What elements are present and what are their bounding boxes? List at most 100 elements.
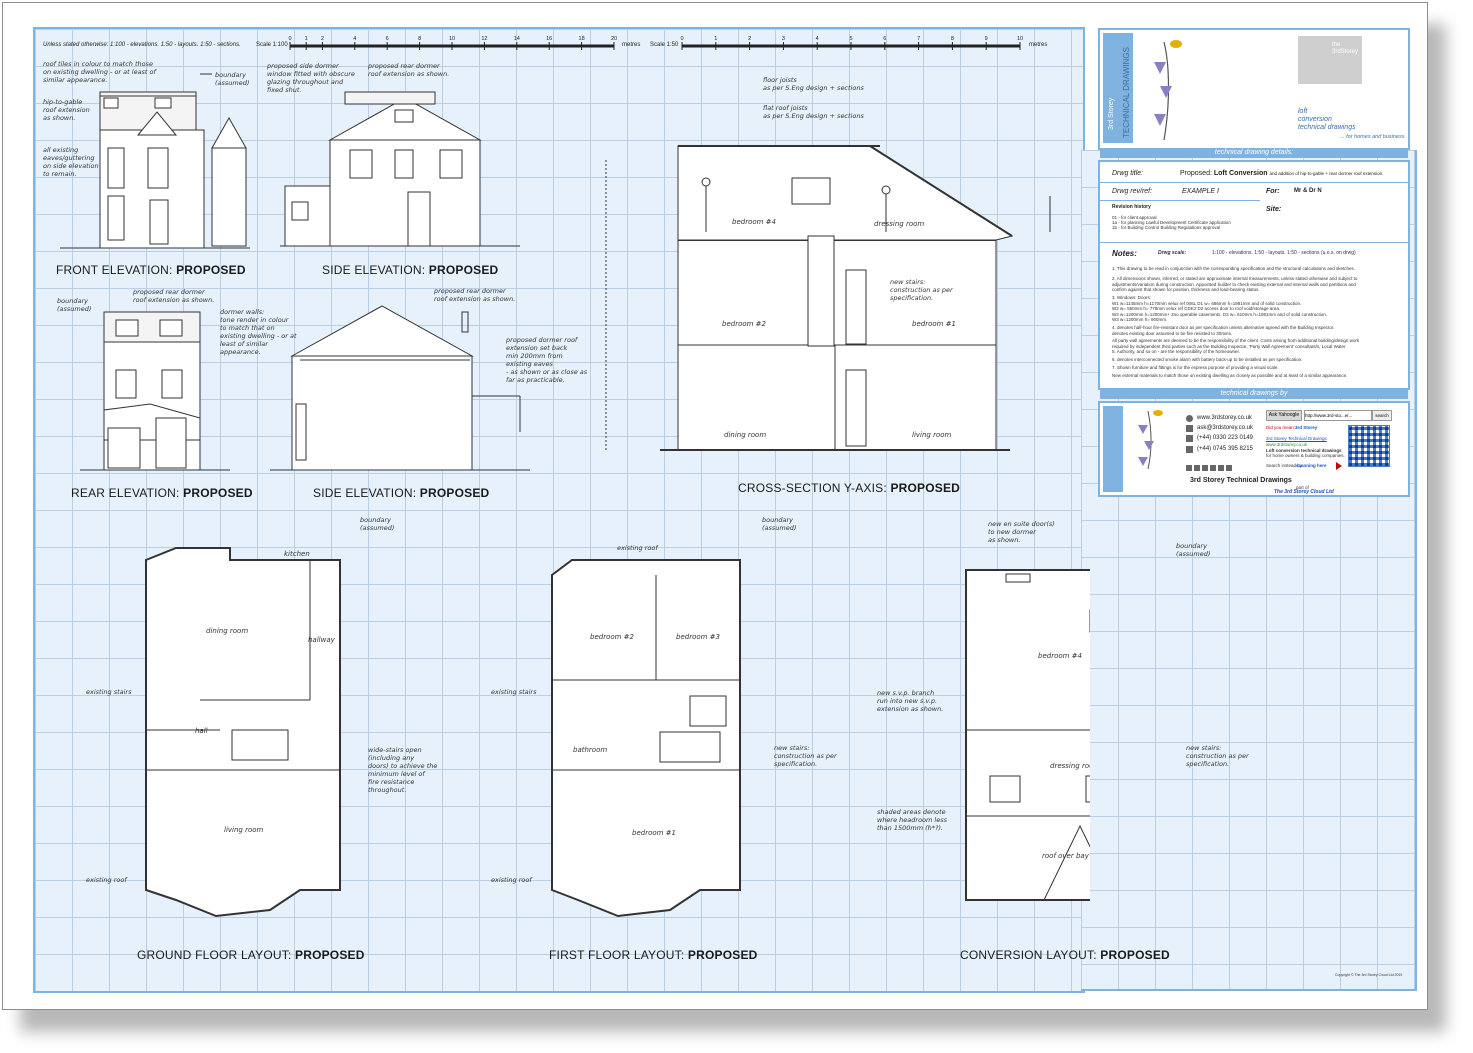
note-boundary-conversion: boundary (assumed) xyxy=(1176,542,1211,558)
twitter-icon[interactable] xyxy=(1186,465,1192,471)
details-panel: Drwg title: Proposed: Loft Conversion an… xyxy=(1098,160,1410,390)
web-icon xyxy=(1186,415,1193,422)
for-label: For: xyxy=(1266,188,1280,195)
tagline-1: loft xyxy=(1298,108,1308,115)
rear-elevation-drawing xyxy=(80,311,230,471)
drwg-scale-label: Drwg scale: xyxy=(1158,250,1187,256)
room-label-bathroom: bathroom xyxy=(573,746,607,754)
contact-email[interactable]: ask@3rdstorey.co.uk xyxy=(1197,425,1253,431)
google-icon[interactable] xyxy=(1210,465,1216,471)
details-header: technical drawing details: xyxy=(1100,148,1408,158)
note-wide-stairs: wide-stairs open (including any doors) t… xyxy=(368,746,438,794)
pinterest-icon[interactable] xyxy=(1194,465,1200,471)
note-flat-roof-joists: flat roof joists as per S.Eng design + s… xyxy=(763,104,864,120)
first-floor-title: FIRST FLOOR LAYOUT: PROPOSED xyxy=(549,948,758,962)
architectural-drawings: bedroom #4 dressing room bedroom #2 bedr… xyxy=(60,73,1090,918)
contact-web[interactable]: www.3rdstorey.co.uk xyxy=(1197,415,1252,421)
drwg-scale-value: 1:100 - elevations. 1:50 - layouts. 1:50… xyxy=(1212,250,1356,256)
company-name: 3rd Storey Technical Drawings xyxy=(1190,477,1292,484)
tagline-2: conversion xyxy=(1298,116,1332,123)
linkedin-icon[interactable] xyxy=(1218,465,1224,471)
facebook-icon[interactable] xyxy=(1202,465,1208,471)
contact-phone1[interactable]: (+44) 0330 223 0149 xyxy=(1197,435,1253,441)
note-boundary-rear: boundary (assumed) xyxy=(57,297,92,313)
room-label-hallway: hallway xyxy=(308,636,336,644)
qr-code-icon[interactable] xyxy=(1348,425,1390,467)
front-elevation-title: FRONT ELEVATION: PROPOSED xyxy=(56,263,246,277)
search-input[interactable]: http://www.3rd-sto...er... xyxy=(1304,410,1372,421)
note-rear-dormer-rear: proposed rear dormer roof extension as s… xyxy=(133,288,215,304)
side-elevation-2-title: SIDE ELEVATION: PROPOSED xyxy=(313,486,490,500)
logo-panel: 3rd Storey TECHNICAL DRAWINGS the 3rdSto… xyxy=(1098,28,1410,150)
ground-floor-plan xyxy=(145,547,341,918)
note-floor-joists: floor joists as per S.Eng design + secti… xyxy=(763,76,864,92)
drwg-rev-label: Drwg rev/ref: xyxy=(1112,188,1153,195)
conversion-title: CONVERSION LAYOUT: PROPOSED xyxy=(960,948,1170,962)
ground-floor-title: GROUND FLOOR LAYOUT: PROPOSED xyxy=(137,948,365,962)
side-elevation-1-title: SIDE ELEVATION: PROPOSED xyxy=(322,263,499,277)
note-new-stairs-conversion: new stairs: construction as per specific… xyxy=(1186,744,1249,768)
logo-small-block: the 3rdStorey xyxy=(1298,36,1362,84)
room-label-hall: hall xyxy=(195,727,208,735)
social-icons xyxy=(1186,458,1232,476)
note-boundary-front: boundary (assumed) xyxy=(215,71,250,87)
note-boundary-ground: boundary (assumed) xyxy=(360,516,395,532)
note-boundary-first: boundary (assumed) xyxy=(762,516,797,532)
by-header: technical drawings by xyxy=(1100,389,1408,399)
note-dormer-walls: dormer walls: tone render in colour to m… xyxy=(220,308,297,356)
revision-history-label: Revision history xyxy=(1112,204,1151,210)
room-label-bedroom4: bedroom #4 xyxy=(732,218,776,226)
result-line2: for home owners & building companies. xyxy=(1266,453,1345,458)
search-button[interactable]: search xyxy=(1372,410,1392,421)
note-new-stairs-section: new stairs: construction as per specific… xyxy=(890,278,953,302)
room-label-bedroom2: bedroom #2 xyxy=(590,633,635,641)
room-label-bedroom1-section: bedroom #1 xyxy=(912,320,956,328)
room-label-living-room: living room xyxy=(224,826,264,834)
tagline-4: ... for homes and business. xyxy=(1340,134,1407,140)
rear-elevation-title: REAR ELEVATION: PROPOSED xyxy=(71,486,253,500)
room-label-living-section: living room xyxy=(912,431,952,439)
copyright: Copyright © The 3rd Storey Cloud Ltd 201… xyxy=(1335,973,1403,977)
cloud-name: The 3rd Storey Cloud Ltd xyxy=(1274,489,1334,495)
did-you-mean-value[interactable]: 3rd Storey xyxy=(1295,425,1317,431)
note-rear-dormer: proposed rear dormer roof extension as s… xyxy=(368,62,450,78)
note-new-stairs-first: new stairs: construction as per specific… xyxy=(774,744,837,768)
arrow-right-icon xyxy=(1336,462,1342,470)
room-label-bedroom4-plan: bedroom #4 xyxy=(1038,652,1082,660)
did-you-mean-label: Did you mean: xyxy=(1266,425,1296,430)
result-url: www.3rdstorey.co.uk xyxy=(1266,442,1308,447)
note-rear-dormer-side: proposed rear dormer roof extension as s… xyxy=(434,287,516,303)
note-new-en-suite: new en suite door(s) to new dormer as sh… xyxy=(988,520,1055,544)
revision-line-3: 1b - for Building Control Building Regul… xyxy=(1112,225,1221,230)
scan-link[interactable]: scanning here xyxy=(1296,463,1327,469)
drwg-title-value: Proposed: Loft Conversion and addition o… xyxy=(1180,170,1384,177)
room-label-dressing: dressing room xyxy=(1050,762,1090,770)
for-value: Mr & Dr N xyxy=(1294,188,1322,194)
note-all-existing: all existing eaves/guttering on side ele… xyxy=(43,146,99,178)
logo-text-2: TECHNICAL DRAWINGS xyxy=(1122,47,1131,138)
room-label-bedroom2-section: bedroom #2 xyxy=(722,320,767,328)
contact-phone2[interactable]: (+44) 0745 395 8215 xyxy=(1197,446,1253,452)
room-label-dining-room: dining room xyxy=(206,627,248,635)
notes-label: Notes: xyxy=(1112,249,1137,258)
mobile-icon xyxy=(1186,446,1193,453)
side-elevation-2-drawing xyxy=(270,305,530,471)
drwg-rev-value: EXAMPLE I xyxy=(1182,188,1219,195)
note-hip-to-gable: hip-to-gable roof extension as shown. xyxy=(43,98,90,122)
note-new-svp-branch: new s.v.p. branch run into new s.v.p. ex… xyxy=(877,689,944,713)
note-side-dormer-window: proposed side dormer window fitted with … xyxy=(267,62,355,94)
room-label-bedroom1: bedroom #1 xyxy=(632,829,676,837)
side-elevation-1-drawing xyxy=(280,91,520,247)
contact-sidebar xyxy=(1103,406,1123,492)
note-existing-roof-ground: existing roof xyxy=(86,876,127,884)
result-title[interactable]: 3rd Storey Technical Drawings xyxy=(1266,436,1327,442)
note-roof-tiles: roof tiles in colour to match those on e… xyxy=(43,60,156,84)
flickr-icon[interactable] xyxy=(1226,465,1232,471)
note-existing-roof-first-2: existing roof xyxy=(491,876,532,884)
conversion-plan xyxy=(965,569,1090,901)
note-existing-stairs-ground: existing stairs xyxy=(86,688,132,696)
phone-icon xyxy=(1186,435,1193,442)
room-label-dressing-room: dressing room xyxy=(874,220,924,228)
email-icon xyxy=(1186,425,1193,432)
note-shaded-areas: shaded areas denote where headroom less … xyxy=(877,808,948,832)
